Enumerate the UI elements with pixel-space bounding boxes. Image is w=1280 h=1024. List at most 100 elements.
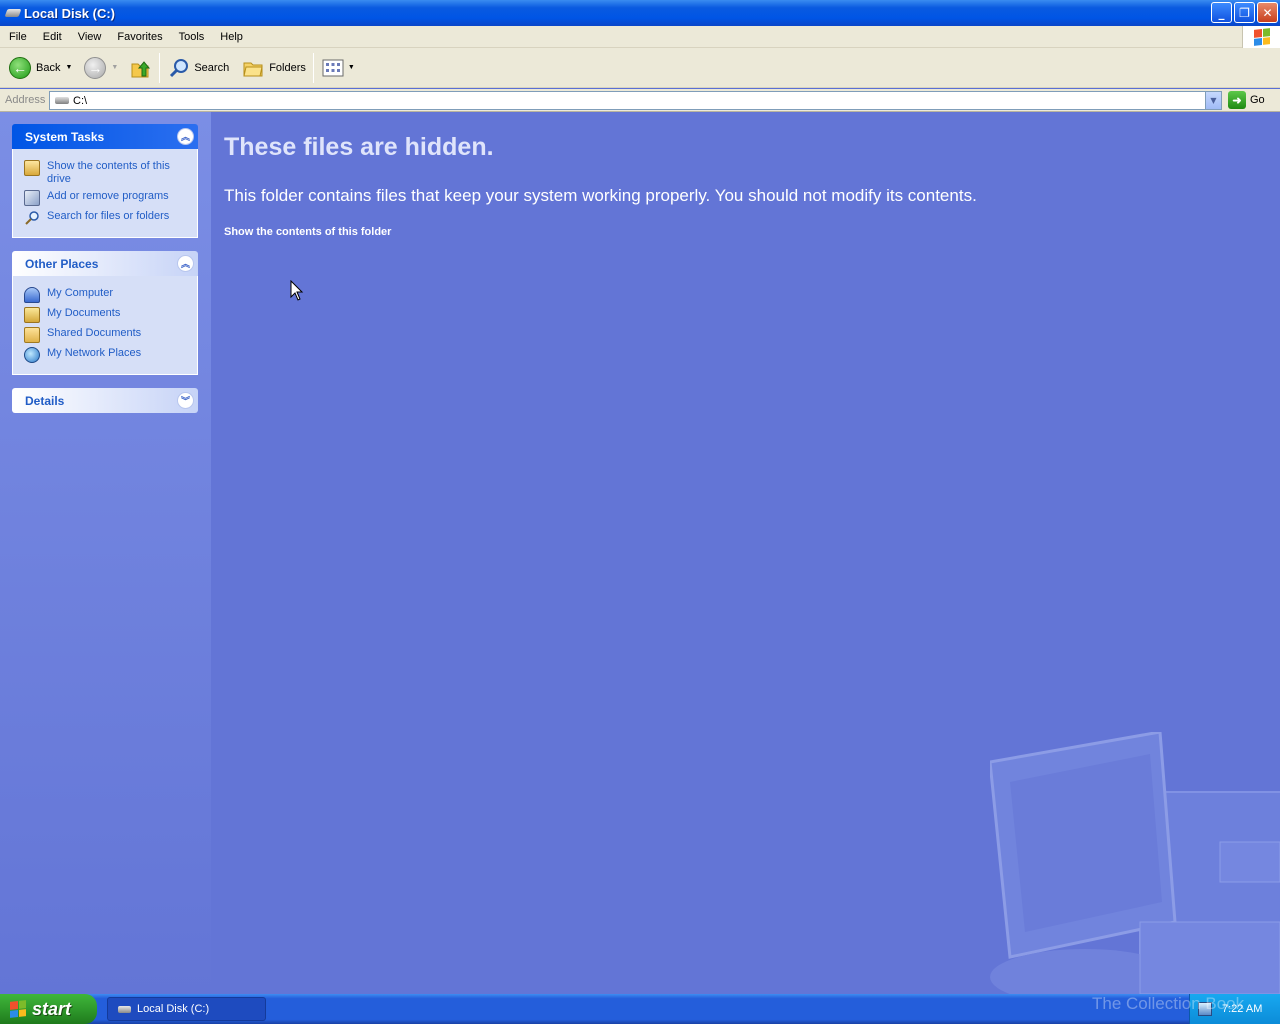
drive-icon — [55, 97, 69, 104]
close-button[interactable]: ✕ — [1257, 2, 1278, 23]
chevron-down-icon: ▼ — [1210, 96, 1217, 105]
toolbar-separator — [159, 52, 161, 83]
taskbar: start Local Disk (C:) 7:22 AM — [0, 994, 1280, 1024]
my-computer-icon — [24, 287, 40, 303]
menu-view[interactable]: View — [70, 31, 110, 43]
views-button[interactable]: ▼ — [318, 50, 358, 86]
restore-button[interactable]: ❐ — [1234, 2, 1255, 23]
place-my-computer[interactable]: My Computer — [24, 287, 193, 303]
close-icon: ✕ — [1262, 5, 1273, 20]
views-icon — [322, 59, 344, 76]
place-label: My Documents — [47, 307, 121, 319]
taskbar-item-local-disk[interactable]: Local Disk (C:) — [107, 997, 266, 1021]
task-label: Add or remove programs — [47, 190, 169, 202]
show-contents-icon — [24, 160, 40, 176]
windows-flag-icon — [10, 1000, 26, 1018]
address-bar: Address C:\ ▼ ➜ Go — [0, 89, 1280, 112]
search-button[interactable]: Search — [164, 50, 232, 86]
minimize-icon: _ — [1218, 5, 1225, 20]
search-label: Search — [194, 61, 230, 74]
task-add-remove-programs[interactable]: Add or remove programs — [24, 190, 193, 206]
shared-documents-icon — [24, 327, 40, 343]
place-my-documents[interactable]: My Documents — [24, 307, 193, 323]
forward-button[interactable]: → ▼ — [81, 50, 121, 86]
place-label: Shared Documents — [47, 327, 142, 339]
up-folder-icon — [131, 60, 151, 77]
go-button[interactable]: ➜ Go — [1228, 91, 1265, 109]
other-places-body: My Computer My Documents Shared Document… — [12, 276, 198, 375]
start-button[interactable]: start — [0, 994, 97, 1024]
menu-favorites[interactable]: Favorites — [109, 31, 170, 43]
drive-icon — [118, 1005, 131, 1013]
collapse-icon[interactable]: ︽ — [177, 128, 194, 145]
other-places-header[interactable]: Other Places ︽ — [12, 251, 198, 276]
system-tasks-header[interactable]: System Tasks ︽ — [12, 124, 198, 149]
back-arrow-icon: ← — [9, 56, 31, 79]
minimize-button[interactable]: _ — [1211, 2, 1232, 23]
show-contents-link[interactable]: Show the contents of this folder — [224, 226, 391, 238]
window-title: Local Disk (C:) — [24, 5, 116, 21]
back-dropdown-icon[interactable]: ▼ — [65, 64, 72, 71]
details-title: Details — [25, 393, 65, 408]
add-remove-programs-icon — [24, 190, 40, 206]
system-tasks-body: Show the contents of this drive Add or r… — [12, 149, 198, 238]
details-panel: Details ︾ — [12, 388, 198, 413]
task-pane: System Tasks ︽ Show the contents of this… — [0, 112, 211, 994]
start-label: start — [32, 998, 72, 1019]
windows-logo — [1242, 26, 1280, 48]
collapse-icon[interactable]: ︽ — [177, 255, 194, 272]
task-label: Search for files or folders — [47, 210, 170, 222]
menu-bar: File Edit View Favorites Tools Help — [0, 26, 1280, 48]
folders-label: Folders — [269, 61, 306, 74]
watermark-text: The Collection Book — [1092, 994, 1245, 1013]
mouse-cursor-icon — [290, 280, 304, 301]
main-pane: These files are hidden. This folder cont… — [224, 112, 1280, 994]
go-arrow-icon: ➜ — [1228, 91, 1246, 109]
views-dropdown-icon: ▼ — [347, 64, 355, 71]
address-dropdown-button[interactable]: ▼ — [1205, 92, 1221, 109]
windows-flag-icon — [1253, 28, 1270, 46]
address-label: Address — [5, 94, 46, 106]
system-tasks-title: System Tasks — [25, 129, 105, 144]
place-shared-documents[interactable]: Shared Documents — [24, 327, 193, 343]
search-icon — [25, 211, 39, 225]
back-label: Back — [36, 61, 61, 74]
title-bar: Local Disk (C:) _ ❐ ✕ — [0, 0, 1280, 26]
expand-icon[interactable]: ︾ — [177, 392, 194, 409]
drive-icon — [4, 9, 22, 17]
hidden-files-message: This folder contains files that keep you… — [224, 186, 977, 205]
toolbar-separator — [312, 52, 314, 83]
forward-arrow-icon: → — [84, 56, 107, 79]
place-label: My Network Places — [47, 347, 142, 359]
my-network-places-icon — [24, 347, 40, 363]
restore-icon: ❐ — [1239, 5, 1250, 20]
content-area: System Tasks ︽ Show the contents of this… — [0, 112, 1280, 994]
address-value: C:\ — [73, 94, 88, 107]
place-my-network-places[interactable]: My Network Places — [24, 347, 193, 363]
task-search-files[interactable]: Search for files or folders — [24, 210, 193, 226]
menu-file[interactable]: File — [0, 31, 35, 43]
task-label: Show the contents of this drive — [47, 160, 170, 185]
search-icon — [170, 58, 189, 77]
other-places-title: Other Places — [25, 256, 99, 271]
task-show-contents[interactable]: Show the contents of this drive — [24, 160, 193, 186]
hidden-files-heading: These files are hidden. — [224, 133, 494, 161]
system-tasks-panel: System Tasks ︽ Show the contents of this… — [12, 124, 198, 238]
taskbar-item-label: Local Disk (C:) — [137, 1003, 210, 1015]
up-button[interactable] — [125, 50, 155, 86]
folders-button[interactable]: Folders — [238, 50, 309, 86]
other-places-panel: Other Places ︽ My Computer My Documents … — [12, 251, 198, 375]
go-label: Go — [1250, 94, 1265, 106]
details-header[interactable]: Details ︾ — [12, 388, 198, 413]
menu-help[interactable]: Help — [212, 31, 251, 43]
address-field[interactable]: C:\ ▼ — [49, 91, 1222, 110]
back-button[interactable]: ← Back ▼ — [6, 50, 75, 86]
forward-dropdown-icon: ▼ — [111, 64, 119, 71]
toolbar: ← Back ▼ → ▼ Search Folders ▼ — [0, 48, 1280, 88]
folders-icon — [243, 62, 263, 76]
window-controls: _ ❐ ✕ — [1211, 2, 1278, 23]
place-label: My Computer — [47, 287, 114, 299]
menu-edit[interactable]: Edit — [35, 31, 70, 43]
menu-tools[interactable]: Tools — [171, 31, 213, 43]
my-documents-icon — [24, 307, 40, 323]
